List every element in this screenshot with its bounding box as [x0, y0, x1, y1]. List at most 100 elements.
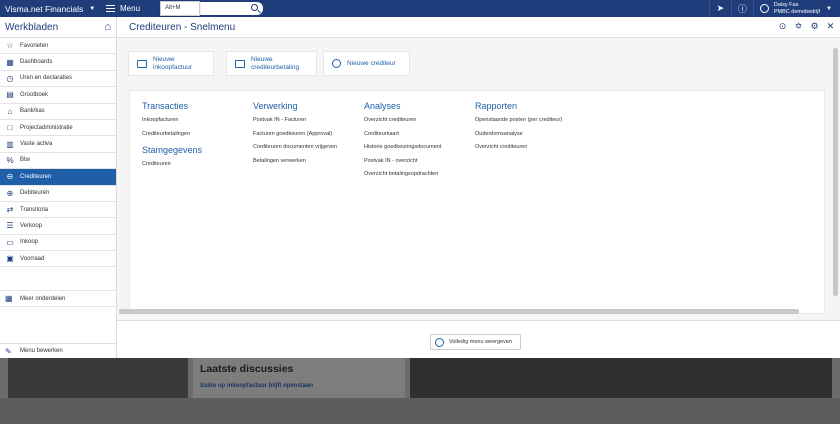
- sidebar-item-label: Crediteuren: [20, 173, 52, 180]
- menu-link[interactable]: Facturen goedkeuren (Approval): [253, 131, 337, 145]
- sidebar-item-bank-kas[interactable]: ⌂ Bank/kas: [0, 104, 116, 120]
- user-name: Daisy Fas: [773, 1, 799, 8]
- column-heading: Verwerking: [253, 101, 298, 111]
- menu-link[interactable]: Crediteurbetalingen: [142, 131, 202, 145]
- quick-action-label: Nieuwe: [251, 55, 273, 63]
- horizontal-scrollbar[interactable]: [119, 309, 799, 314]
- menu-link[interactable]: Historie goedkeuringsdocument: [364, 144, 441, 158]
- sidebar-item-vaste-activa[interactable]: ▥ Vaste activa: [0, 136, 116, 153]
- show-full-menu-label: Volledig menu weergeven: [449, 339, 512, 345]
- sidebar-title: Werkbladen: [5, 21, 59, 33]
- menu-link[interactable]: Crediteuren documenten vrijgeven: [253, 144, 337, 158]
- column-heading: Transacties: [142, 101, 189, 111]
- menu-column: Rapporten Openstaande posten (per credit…: [475, 101, 562, 158]
- sidebar-item-label: Projectadministratie: [20, 124, 73, 131]
- sidebar-item-label: Favorieten: [20, 42, 49, 49]
- building-icon: ▥: [6, 139, 14, 149]
- sidebar-item-label: Btw: [20, 157, 31, 164]
- sidebar-item-crediteuren[interactable]: ⊖ Crediteuren: [0, 169, 116, 186]
- quick-action-label: inkoopfactuur: [153, 63, 193, 71]
- star-icon: ☆: [6, 41, 14, 51]
- sidebar-item-transitoria[interactable]: ⇄ Transitoria: [0, 202, 116, 219]
- truck-icon: ▭: [6, 237, 14, 247]
- sidebar-item-uren-en-declaraties[interactable]: ◷ Uren en declaraties: [0, 71, 116, 88]
- app-switcher[interactable]: Visma.net Financials ▼: [0, 0, 98, 17]
- more-sections-label: Meer onderdelen: [20, 295, 66, 302]
- menu-link[interactable]: Overzicht crediteuren: [364, 117, 441, 131]
- menu-link[interactable]: Overzicht betalingsopdrachten: [364, 171, 441, 185]
- show-full-menu-button[interactable]: Volledig menu weergeven: [430, 334, 521, 350]
- menu-link[interactable]: Inkoopfacturen: [142, 117, 202, 131]
- plus-circle-icon: ⊕: [6, 188, 14, 198]
- user-avatar-icon: [759, 4, 769, 13]
- menu-link[interactable]: Ouderdomsanalyse: [475, 131, 562, 145]
- menu-content: Transacties Inkoopfacturen Crediteurbeta…: [129, 90, 825, 314]
- add-user-icon: [332, 59, 341, 68]
- sidebar-item-debiteuren[interactable]: ⊕ Debiteuren: [0, 186, 116, 202]
- bank-icon: ⌂: [7, 106, 13, 116]
- search-icon[interactable]: [251, 4, 258, 11]
- chevron-down-icon: ▼: [89, 5, 96, 12]
- sidebar-item-voorraad[interactable]: ▣ Voorraad: [0, 251, 116, 268]
- rocket-icon[interactable]: ➤: [708, 0, 731, 17]
- background-dim: [0, 398, 840, 424]
- column-heading: Analyses: [364, 101, 401, 111]
- menu-button[interactable]: Menu: [98, 0, 148, 17]
- home-icon[interactable]: ⌂: [104, 21, 111, 33]
- vertical-scrollbar[interactable]: [833, 48, 838, 296]
- hamburger-icon: [106, 3, 115, 13]
- menu-link[interactable]: Overzicht crediteuren: [475, 144, 562, 158]
- menu-link[interactable]: Crediteurkaart: [364, 131, 441, 145]
- new-supplier-payment-button[interactable]: Nieuwe crediteurbetaling: [226, 51, 317, 76]
- menu-link[interactable]: Crediteuren: [142, 161, 202, 175]
- gear-icon[interactable]: ⚙: [809, 21, 820, 32]
- menu-link[interactable]: Postvak IN - Facturen: [253, 117, 337, 131]
- menu-link[interactable]: Postvak IN - overzicht: [364, 158, 441, 172]
- menu-link[interactable]: Openstaande posten (per crediteur): [475, 117, 562, 131]
- folder-icon: □: [7, 123, 13, 133]
- sidebar-item-verkoop[interactable]: ☰ Verkoop: [0, 218, 116, 235]
- column-heading: Stamgegevens: [142, 145, 203, 155]
- sidebar-item-label: Debiteuren: [20, 190, 50, 197]
- sidebar-item-favorieten[interactable]: ☆ Favorieten: [0, 38, 116, 55]
- user-menu[interactable]: Daisy Fas PMBC demobedrijf ▼: [752, 0, 840, 17]
- quick-menu-panel: Crediteuren - Snelmenu ⊙ ✡ ⚙ ✕ Nieuwe in…: [117, 17, 840, 358]
- chevron-down-icon: ▼: [826, 5, 832, 12]
- collapse-icon[interactable]: ⊙: [777, 21, 788, 32]
- cart-icon: ☰: [6, 221, 14, 231]
- more-sections-button[interactable]: ▦ Meer onderdelen: [0, 290, 117, 307]
- close-icon[interactable]: ✕: [825, 21, 836, 32]
- chevron-down-circle-icon: [435, 337, 444, 347]
- discussions-title: Laatste discussies: [200, 363, 294, 375]
- menu-link[interactable]: Betalingen verwerken: [253, 158, 337, 172]
- sidebar-item-label: Dashboards: [20, 59, 53, 66]
- quick-action-label: crediteurbetaling: [251, 63, 300, 71]
- sidebar-item-label: Verkoop: [20, 222, 43, 229]
- sidebar-item-label: Transitoria: [20, 206, 49, 213]
- sidebar-item-dashboards[interactable]: ▦ Dashboards: [0, 54, 116, 71]
- top-right-actions: ➤ ⓘ Daisy Fas PMBC demobedrijf ▼: [708, 0, 840, 17]
- new-supplier-button[interactable]: Nieuwe crediteur: [323, 51, 410, 76]
- discussion-link[interactable]: Saldo op inkoopfactuur blijft openstaan: [200, 383, 313, 389]
- pin-icon[interactable]: ✡: [793, 21, 804, 32]
- invoice-icon: [137, 59, 147, 68]
- column-heading: Rapporten: [475, 101, 518, 111]
- sidebar-list: ☆ Favorieten ▦ Dashboards ◷ Uren en declarati…: [0, 38, 116, 268]
- sidebar-item-grootboek[interactable]: ▤ Grootboek: [0, 87, 116, 104]
- page-title: Crediteuren - Snelmenu: [129, 21, 236, 33]
- sidebar-item-inkoop[interactable]: ▭ Inkoop: [0, 235, 116, 252]
- sidebar-item-label: Voorraad: [20, 255, 45, 262]
- sidebar-item-label: Bank/kas: [20, 108, 45, 115]
- edit-icon: ✎: [5, 346, 12, 356]
- minus-circle-icon: ⊖: [6, 172, 14, 182]
- percent-icon: %: [6, 155, 14, 165]
- edit-menu-button[interactable]: ✎ Menu bewerken: [0, 343, 117, 358]
- edit-menu-label: Menu bewerken: [20, 348, 63, 354]
- sidebar-item-label: Grootboek: [20, 91, 49, 98]
- new-purchase-invoice-button[interactable]: Nieuwe inkoopfactuur: [128, 51, 214, 76]
- help-icon[interactable]: ⓘ: [730, 0, 753, 17]
- user-company: PMBC demobedrijf: [773, 8, 821, 15]
- sidebar-item-projectadministratie[interactable]: □ Projectadministratie: [0, 120, 116, 137]
- brand-name: Visma.net Financials: [5, 3, 84, 14]
- sidebar-item-btw[interactable]: % Btw: [0, 153, 116, 170]
